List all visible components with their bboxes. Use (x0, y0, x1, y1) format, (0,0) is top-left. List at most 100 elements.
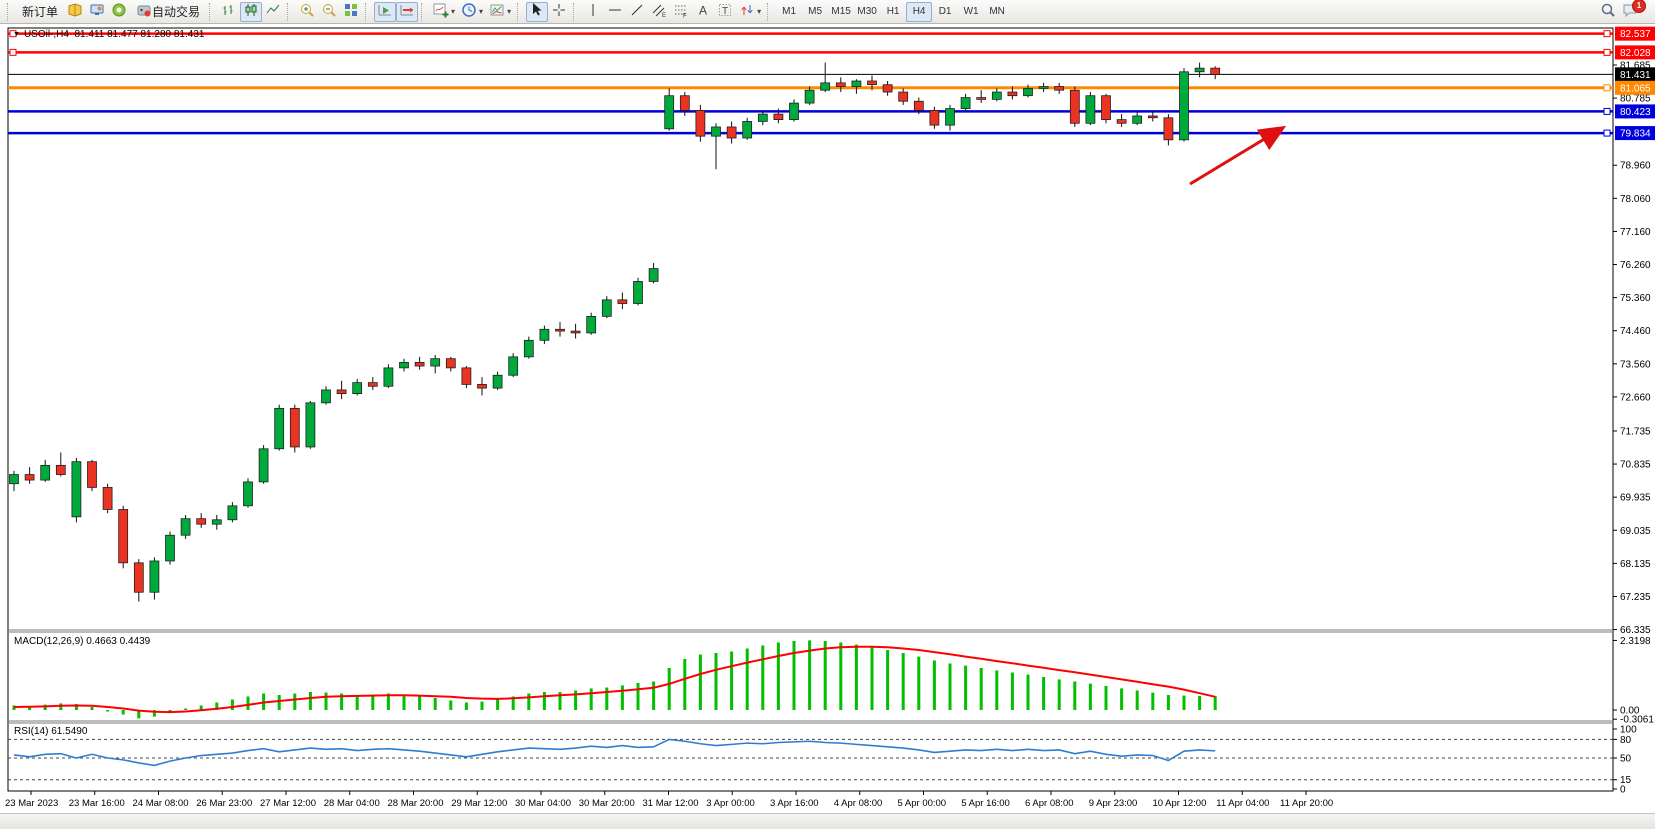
chart-line-button[interactable] (262, 2, 284, 22)
chart-candles-button[interactable] (240, 2, 262, 22)
crosshair-button[interactable] (548, 2, 570, 22)
new-order-button[interactable]: 新订单 (16, 2, 64, 22)
svg-text:10 Apr 12:00: 10 Apr 12:00 (1153, 798, 1207, 809)
toolbar-grip[interactable] (209, 3, 215, 21)
toolbar-grip[interactable] (365, 3, 371, 21)
svg-text:75.360: 75.360 (1620, 293, 1651, 304)
toolbar-grip[interactable] (7, 3, 13, 21)
auto-trading-button[interactable]: 自动交易 (130, 2, 206, 22)
timeframe-h1[interactable]: H1 (880, 2, 906, 22)
vertical-line-tool[interactable] (582, 2, 604, 22)
svg-text:30 Mar 20:00: 30 Mar 20:00 (579, 798, 635, 809)
svg-text:3 Apr 00:00: 3 Apr 00:00 (706, 798, 755, 809)
arrows-icon (739, 2, 755, 21)
svg-text:79.834: 79.834 (1620, 129, 1651, 140)
svg-text:69.935: 69.935 (1620, 493, 1651, 504)
symbol-header: ▼USOil-,H4 81.411 81.477 81.280 81.431 (13, 29, 204, 40)
monitor-icon (89, 2, 105, 21)
community-button[interactable] (108, 2, 130, 22)
timeframe-mn[interactable]: MN (984, 2, 1010, 22)
price-axis-badges: 82.53782.02881.43181.06580.42379.834 (1615, 27, 1655, 140)
indicators-button[interactable]: ▾ (430, 2, 458, 22)
svg-text:31 Mar 12:00: 31 Mar 12:00 (643, 798, 699, 809)
timeframe-d1[interactable]: D1 (932, 2, 958, 22)
svg-text:72.660: 72.660 (1620, 392, 1651, 403)
rsi-indicator-label: RSI(14) 61.5490 (14, 726, 87, 737)
macd-indicator-label: MACD(12,26,9) 0.4663 0.4439 (14, 636, 150, 647)
channel-tool[interactable]: E (648, 2, 670, 22)
timeframe-m15[interactable]: M15 (828, 2, 854, 22)
chevron-down-icon[interactable]: ▾ (479, 7, 483, 16)
svg-text:77.160: 77.160 (1620, 227, 1651, 238)
price-axis[interactable]: 81.68580.78578.96078.06077.16076.26075.3… (1613, 61, 1651, 637)
auto-scroll-icon (377, 2, 393, 21)
svg-text:80.423: 80.423 (1620, 107, 1651, 118)
zoom-out-button[interactable] (318, 2, 340, 22)
svg-text:67.235: 67.235 (1620, 592, 1651, 603)
timeframe-m5[interactable]: M5 (802, 2, 828, 22)
toolbar-grip[interactable] (517, 3, 523, 21)
text-tool[interactable]: A (692, 2, 714, 22)
timeframe-h4[interactable]: H4 (906, 2, 932, 22)
horizontal-line-tool[interactable] (604, 2, 626, 22)
chart-canvas[interactable]: 81.68580.78578.96078.06077.16076.26075.3… (0, 0, 1655, 828)
market-watch-button[interactable] (86, 2, 108, 22)
notifications-button[interactable]: 1 (1619, 2, 1641, 22)
market-book-button[interactable] (64, 2, 86, 22)
svg-text:76.260: 76.260 (1620, 260, 1651, 271)
timeframe-w1[interactable]: W1 (958, 2, 984, 22)
chart-bars-button[interactable] (218, 2, 240, 22)
svg-text:68.135: 68.135 (1620, 559, 1651, 570)
timeframe-m30[interactable]: M30 (854, 2, 880, 22)
level-lines[interactable] (8, 31, 1613, 136)
svg-text:11 Apr 04:00: 11 Apr 04:00 (1216, 798, 1269, 809)
chart-shift-button[interactable] (396, 2, 418, 22)
search-button[interactable] (1597, 2, 1619, 22)
trendline-tool[interactable] (626, 2, 648, 22)
trend-arrow-annotation[interactable] (1190, 129, 1281, 184)
chevron-down-icon[interactable]: ▾ (507, 7, 511, 16)
notification-badge: 1 (1632, 0, 1646, 13)
zoom-in-icon (299, 2, 315, 21)
cursor-button[interactable] (526, 2, 548, 22)
svg-text:5 Apr 16:00: 5 Apr 16:00 (961, 798, 1010, 809)
svg-text:78.960: 78.960 (1620, 161, 1651, 172)
text-label-tool[interactable]: T (714, 2, 736, 22)
rsi-pane[interactable]: 1008050150 (8, 725, 1637, 796)
timeframe-m1[interactable]: M1 (776, 2, 802, 22)
svg-text:F: F (683, 14, 687, 19)
chevron-down-icon[interactable]: ▾ (757, 7, 761, 16)
tile-windows-button[interactable] (340, 2, 362, 22)
toolbar-grip[interactable] (421, 3, 427, 21)
time-axis[interactable]: 23 Mar 202323 Mar 16:0024 Mar 08:0026 Ma… (5, 791, 1333, 809)
toolbar-grip[interactable] (767, 3, 773, 21)
svg-text:81.065: 81.065 (1620, 83, 1651, 94)
svg-text:29 Mar 12:00: 29 Mar 12:00 (451, 798, 507, 809)
main-toolbar: 新订单 自动交易 ▾ ▾ ▾ (0, 0, 1655, 24)
book-icon (67, 2, 83, 21)
ohlc-bars-icon (221, 2, 237, 21)
toolbar-grip[interactable] (573, 3, 579, 21)
one-click-toggle-icon[interactable]: ▼ (13, 31, 20, 38)
svg-text:24 Mar 08:00: 24 Mar 08:00 (133, 798, 189, 809)
svg-text:100: 100 (1620, 725, 1637, 736)
auto-scroll-button[interactable] (374, 2, 396, 22)
line-chart-icon (265, 2, 281, 21)
signal-icon (111, 2, 127, 21)
horizontal-line-icon (607, 2, 623, 21)
svg-text:30 Mar 04:00: 30 Mar 04:00 (515, 798, 571, 809)
svg-text:74.460: 74.460 (1620, 326, 1651, 337)
macd-pane[interactable]: 2.31980.00-0.3061 (14, 636, 1654, 726)
toolbar-grip[interactable] (287, 3, 293, 21)
svg-text:70.835: 70.835 (1620, 460, 1651, 471)
fibonacci-tool[interactable]: F (670, 2, 692, 22)
svg-text:2.3198: 2.3198 (1620, 636, 1651, 647)
arrows-tool[interactable]: ▾ (736, 2, 764, 22)
periods-button[interactable]: ▾ (458, 2, 486, 22)
clock-icon (461, 2, 477, 21)
svg-text:66.335: 66.335 (1620, 625, 1651, 636)
zoom-in-button[interactable] (296, 2, 318, 22)
text-label-icon: T (717, 2, 733, 21)
chevron-down-icon[interactable]: ▾ (451, 7, 455, 16)
templates-button[interactable]: ▾ (486, 2, 514, 22)
